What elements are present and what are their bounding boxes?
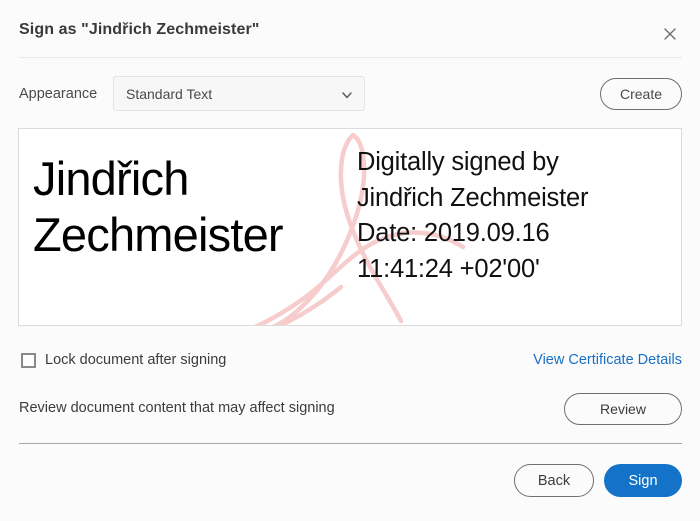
appearance-select-value: Standard Text xyxy=(126,86,213,102)
back-button[interactable]: Back xyxy=(514,464,594,497)
dialog-footer: Back Sign xyxy=(0,464,700,504)
signature-details-line-3: Date: 2019.09.16 xyxy=(357,219,550,247)
appearance-row: Appearance Standard Text Create xyxy=(0,76,700,114)
header-divider xyxy=(19,57,682,58)
sign-as-dialog: Sign as "Jindřich Zechmeister" Appearanc… xyxy=(0,0,700,521)
signature-preview[interactable]: Jindřich Zechmeister Digitally signed by… xyxy=(18,128,682,326)
signature-details-line-1: Digitally signed by xyxy=(357,148,559,176)
signature-name: Jindřich Zechmeister xyxy=(33,152,284,261)
page-title: Sign as "Jindřich Zechmeister" xyxy=(19,21,260,38)
close-icon[interactable] xyxy=(658,22,682,46)
view-certificate-details-link[interactable]: View Certificate Details xyxy=(533,352,682,368)
signature-details: Digitally signed by Jindřich Zechmeister… xyxy=(357,145,681,287)
signature-details-line-2: Jindřich Zechmeister xyxy=(357,183,589,212)
sign-button[interactable]: Sign xyxy=(604,464,682,497)
dialog-header: Sign as "Jindřich Zechmeister" xyxy=(0,0,700,57)
appearance-label: Appearance xyxy=(19,86,98,102)
review-row: Review document content that may affect … xyxy=(0,393,700,427)
review-description: Review document content that may affect … xyxy=(19,400,335,416)
footer-divider xyxy=(19,443,682,444)
lock-row: Lock document after signing View Certifi… xyxy=(0,350,700,376)
lock-document-checkbox[interactable] xyxy=(21,353,36,368)
appearance-select[interactable]: Standard Text xyxy=(113,76,365,111)
lock-document-label[interactable]: Lock document after signing xyxy=(45,352,226,368)
chevron-down-icon xyxy=(340,88,354,102)
signature-details-line-4: 11:41:24 +02'00' xyxy=(357,254,540,283)
create-button[interactable]: Create xyxy=(600,78,682,110)
review-button[interactable]: Review xyxy=(564,393,682,425)
